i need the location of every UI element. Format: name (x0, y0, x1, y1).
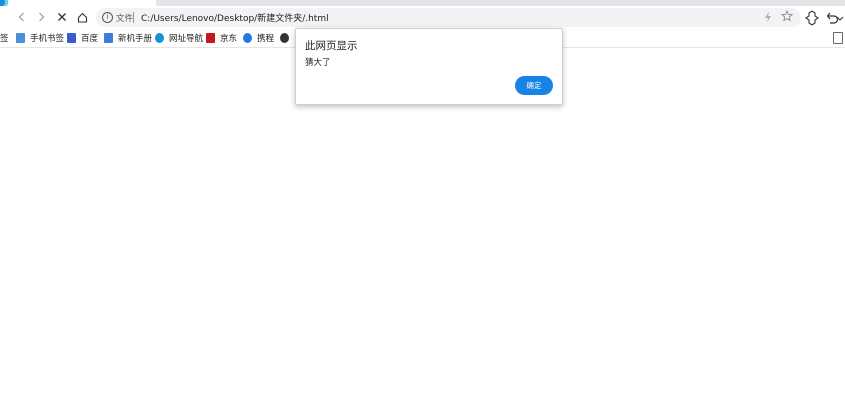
phone-bookmark-icon (16, 33, 25, 43)
ok-button[interactable]: 确定 (515, 76, 553, 95)
alert-message: 猜大了 (305, 58, 331, 68)
close-icon (58, 13, 66, 21)
forward-button[interactable] (33, 9, 49, 25)
reading-list-icon[interactable] (833, 32, 843, 44)
bookmarks-edge-label[interactable]: 签 (0, 32, 9, 44)
home-button[interactable] (74, 9, 90, 25)
address-bar[interactable]: i 文件 C:/Users/Lenovo/Desktop/新建文件夹/.html (96, 8, 801, 27)
bookmark-label: 京东 (220, 34, 238, 44)
alert-title: 此网页显示 (305, 40, 358, 52)
bookmark-label: 手机书签 (30, 34, 65, 44)
chevron-down-icon[interactable] (836, 10, 844, 26)
alert-dialog: 此网页显示 猜大了 确定 (295, 28, 563, 105)
bookmark-label: 网址导航 (169, 34, 204, 44)
bookmark-baidu[interactable]: 百度 (67, 32, 98, 44)
ctrip-icon (243, 33, 252, 43)
bookmark-label: 携程 (257, 34, 275, 44)
bookmark-ctrip[interactable]: 携程 (243, 32, 274, 44)
browser-toolbar: i 文件 C:/Users/Lenovo/Desktop/新建文件夹/.html (0, 6, 845, 29)
bookmark-jd[interactable]: 京东 (206, 32, 237, 44)
site-info-icon[interactable]: i (102, 12, 113, 23)
bookmark-site-icon (280, 33, 289, 43)
bookmark-manual[interactable]: 新机手册 (104, 32, 152, 44)
lightning-icon[interactable] (763, 11, 773, 23)
star-icon[interactable] (781, 10, 793, 22)
bookmark-label: 百度 (81, 34, 99, 44)
baidu-icon (67, 33, 76, 43)
bookmark-phone[interactable]: 手机书签 (16, 32, 64, 44)
chevron-left-icon (18, 12, 24, 22)
jd-icon (206, 33, 215, 43)
home-icon (77, 12, 87, 23)
bookmark-navigation[interactable]: 网址导航 (155, 32, 203, 44)
back-button[interactable] (14, 9, 30, 25)
chevron-right-icon (39, 12, 45, 22)
stop-button[interactable] (54, 9, 70, 25)
bookmark-more[interactable] (280, 32, 294, 44)
scheme-label: 文件 (116, 14, 134, 24)
url-text[interactable]: C:/Users/Lenovo/Desktop/新建文件夹/.html (141, 11, 329, 24)
address-separator (133, 12, 134, 23)
manual-icon (104, 33, 113, 43)
navigation-icon (155, 33, 164, 43)
extensions-icon[interactable] (804, 10, 820, 26)
bookmark-label: 新机手册 (118, 34, 153, 44)
